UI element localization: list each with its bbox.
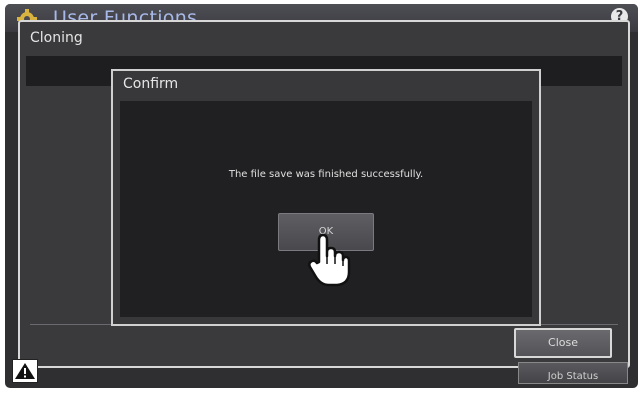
dialog-message: The file save was finished successfully.	[228, 169, 424, 180]
panel-title: Cloning	[30, 30, 83, 46]
hand-pointer-icon	[308, 233, 351, 287]
dialog-title: Confirm	[123, 76, 179, 92]
job-status-button[interactable]: Job Status	[518, 362, 628, 384]
dialog-body: The file save was finished successfully.…	[120, 101, 532, 317]
close-button[interactable]: Close	[514, 328, 612, 358]
touch-panel-screen: User Functions ? Cloning Close Confirm T…	[5, 4, 638, 388]
confirm-dialog: Confirm The file save was finished succe…	[111, 69, 541, 326]
warning-icon[interactable]	[12, 359, 38, 383]
